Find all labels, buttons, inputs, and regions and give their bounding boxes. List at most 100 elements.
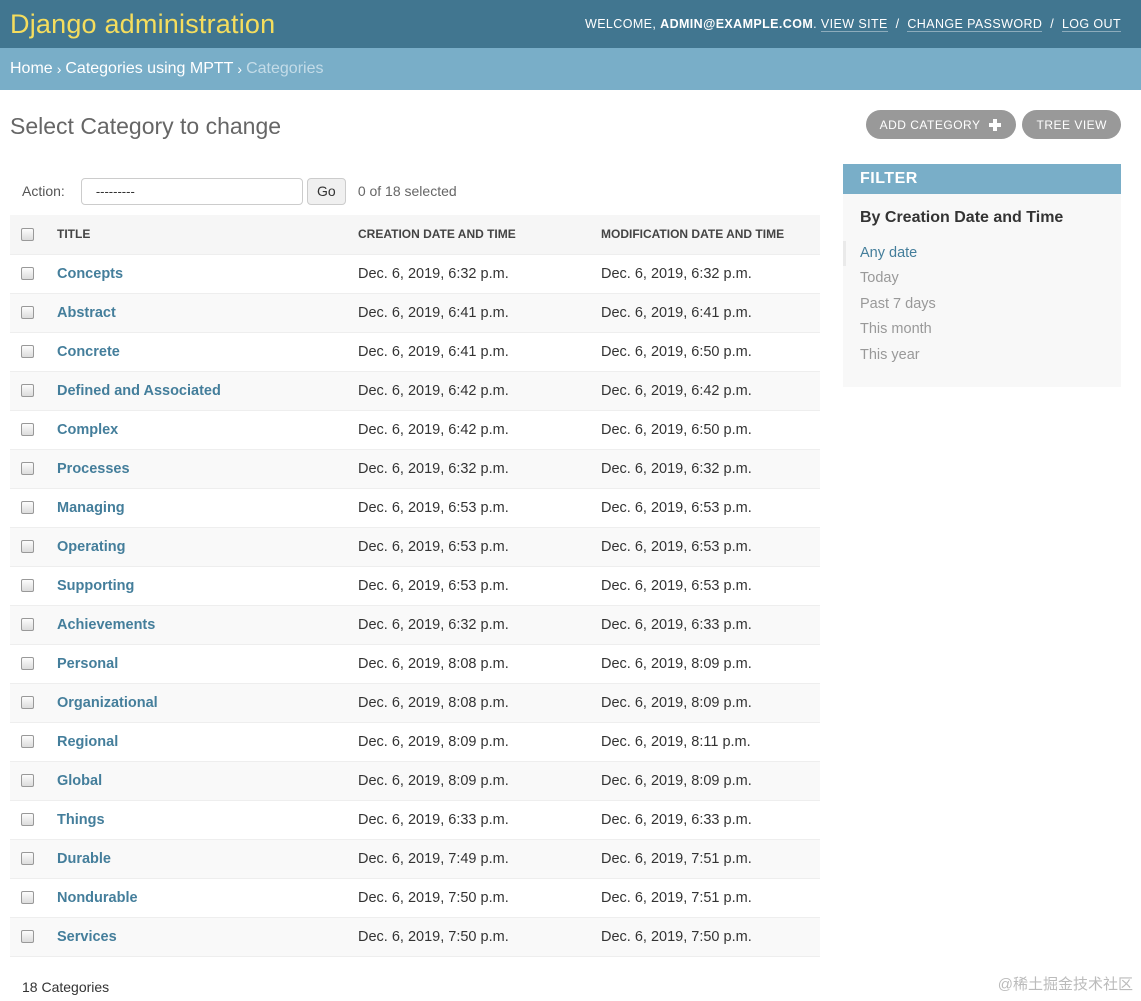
view-site-link[interactable]: VIEW SITE [820,17,888,32]
row-checkbox[interactable] [21,384,34,398]
row-title-link[interactable]: Nondurable [57,890,138,906]
row-modified-cell: Dec. 6, 2019, 8:09 p.m. [591,644,820,684]
row-title-cell: Concepts [48,254,348,294]
row-checkbox[interactable] [21,813,34,827]
go-button[interactable]: Go [306,177,346,205]
filter-option[interactable]: Past 7 days [843,292,1121,317]
row-checkbox[interactable] [21,579,34,593]
row-checkbox[interactable] [21,618,34,632]
row-created-cell: Dec. 6, 2019, 6:32 p.m. [348,605,591,645]
row-title-link[interactable]: Organizational [57,695,158,711]
action-label: Action: [22,183,65,199]
row-title-link[interactable]: Complex [57,422,118,438]
row-checkbox[interactable] [21,891,34,905]
row-checkbox[interactable] [21,540,34,554]
row-title-link[interactable]: Regional [57,734,118,750]
row-modified-cell: Dec. 6, 2019, 6:33 p.m. [591,800,820,840]
row-created-cell: Dec. 6, 2019, 6:33 p.m. [348,800,591,840]
select-all-header [10,215,48,255]
row-modified-cell: Dec. 6, 2019, 7:51 p.m. [591,839,820,879]
row-checkbox[interactable] [21,774,34,788]
row-checkbox-cell [10,449,48,489]
results-table: TITLE CREATION DATE AND TIME MODIFICATIO… [10,215,820,957]
row-title-cell: Nondurable [48,878,348,918]
table-row: Global Dec. 6, 2019, 8:09 p.m. Dec. 6, 201… [10,761,820,801]
select-all-checkbox[interactable] [21,228,34,242]
selected-count: 0 of 18 selected [357,183,457,199]
row-title-link[interactable]: Durable [57,851,111,867]
row-title-link[interactable]: Things [57,812,105,828]
filter-option[interactable]: Any date [843,241,1121,267]
row-created-cell: Dec. 6, 2019, 6:53 p.m. [348,488,591,528]
row-checkbox-cell [10,410,48,450]
column-title-header[interactable]: TITLE [48,215,348,255]
row-checkbox[interactable] [21,306,34,320]
log-out-link[interactable]: LOG OUT [1061,17,1121,32]
plus-icon [988,118,1002,132]
row-created-cell: Dec. 6, 2019, 6:32 p.m. [348,254,591,294]
row-title-link[interactable]: Global [57,773,102,789]
table-row: Personal Dec. 6, 2019, 8:08 p.m. Dec. 6, 2… [10,644,820,684]
row-title-cell: Operating [48,527,348,567]
row-checkbox[interactable] [21,462,34,476]
filter-option[interactable]: This year [843,343,1121,368]
row-title-cell: Organizational [48,683,348,723]
row-checkbox[interactable] [21,423,34,437]
filter-subheading: By Creation Date and Time [860,209,1064,226]
table-row: Concrete Dec. 6, 2019, 6:41 p.m. Dec. 6, 2… [10,332,820,372]
action-select[interactable]: --------- [80,177,303,205]
row-modified-cell: Dec. 6, 2019, 6:42 p.m. [591,371,820,411]
filter-option[interactable]: This month [843,317,1121,342]
row-checkbox[interactable] [21,501,34,515]
table-row: Operating Dec. 6, 2019, 6:53 p.m. Dec. 6, … [10,527,820,567]
column-modified-header[interactable]: MODIFICATION DATE AND TIME [591,215,820,255]
breadcrumb-app[interactable]: Categories using MPTT [65,60,233,78]
breadcrumb-home[interactable]: Home [10,60,53,78]
row-checkbox[interactable] [21,345,34,359]
row-title-cell: Personal [48,644,348,684]
row-modified-cell: Dec. 6, 2019, 6:41 p.m. [591,293,820,333]
table-row: Nondurable Dec. 6, 2019, 7:50 p.m. Dec. 6,… [10,878,820,918]
row-checkbox[interactable] [21,930,34,944]
table-row: Achievements Dec. 6, 2019, 6:32 p.m. Dec. … [10,605,820,645]
tree-view-button[interactable]: TREE VIEW [1022,110,1121,139]
row-title-link[interactable]: Personal [57,656,118,672]
table-row: Services Dec. 6, 2019, 7:50 p.m. Dec. 6, 2… [10,917,820,957]
row-title-cell: Abstract [48,293,348,333]
row-checkbox[interactable] [21,852,34,866]
row-title-link[interactable]: Achievements [57,617,155,633]
row-title-link[interactable]: Services [57,929,117,945]
column-created-header[interactable]: CREATION DATE AND TIME [348,215,591,255]
row-title-cell: Services [48,917,348,957]
filter-option[interactable]: Today [843,266,1121,291]
row-title-link[interactable]: Concepts [57,266,123,282]
table-row: Processes Dec. 6, 2019, 6:32 p.m. Dec. 6, … [10,449,820,489]
row-checkbox-cell [10,293,48,333]
row-title-link[interactable]: Supporting [57,578,134,594]
row-title-link[interactable]: Abstract [57,305,116,321]
row-checkbox[interactable] [21,735,34,749]
row-created-cell: Dec. 6, 2019, 6:41 p.m. [348,332,591,372]
add-category-button[interactable]: ADD CATEGORY [865,110,1017,139]
row-created-cell: Dec. 6, 2019, 8:09 p.m. [348,761,591,801]
row-checkbox-cell [10,644,48,684]
row-title-link[interactable]: Concrete [57,344,120,360]
row-checkbox[interactable] [21,657,34,671]
row-checkbox[interactable] [21,696,34,710]
site-branding[interactable]: Django administration [10,9,275,40]
row-checkbox-cell [10,761,48,801]
row-title-link[interactable]: Managing [57,500,125,516]
add-category-label: ADD CATEGORY [879,117,981,132]
filter-options: Any date Today Past 7 days This month This y… [843,241,1121,368]
row-modified-cell: Dec. 6, 2019, 6:53 p.m. [591,566,820,606]
change-password-link[interactable]: CHANGE PASSWORD [907,17,1043,32]
row-title-cell: Concrete [48,332,348,372]
filter-heading: FILTER [843,164,1121,194]
row-title-link[interactable]: Processes [57,461,130,477]
row-checkbox[interactable] [21,267,34,281]
row-created-cell: Dec. 6, 2019, 8:08 p.m. [348,644,591,684]
table-header-row: TITLE CREATION DATE AND TIME MODIFICATIO… [10,215,820,255]
row-title-link[interactable]: Operating [57,539,125,555]
row-title-link[interactable]: Defined and Associated [57,383,221,399]
row-title-cell: Global [48,761,348,801]
